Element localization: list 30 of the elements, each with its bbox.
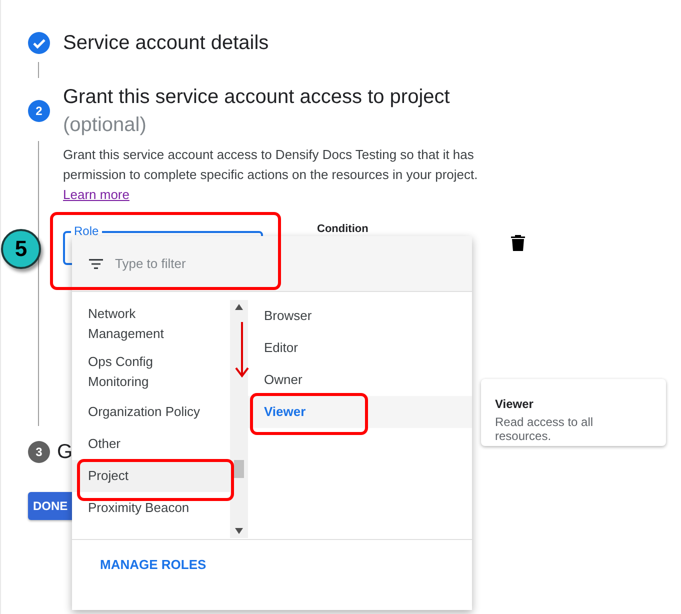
step-number: 2 bbox=[28, 100, 50, 122]
role-item[interactable]: Owner bbox=[248, 364, 472, 396]
category-item[interactable]: Ops Config Monitoring bbox=[72, 348, 214, 396]
step-number: 3 bbox=[28, 441, 50, 463]
manage-roles-button[interactable]: MANAGE ROLES bbox=[100, 557, 206, 572]
role-item[interactable]: Viewer bbox=[248, 396, 472, 428]
role-item[interactable]: Editor bbox=[248, 332, 472, 364]
filter-field[interactable]: Type to filter bbox=[113, 255, 317, 272]
role-item[interactable]: Browser bbox=[248, 300, 472, 332]
delete-icon[interactable] bbox=[511, 235, 526, 251]
category-item[interactable]: Other bbox=[72, 428, 230, 460]
category-item[interactable]: Organization Policy bbox=[72, 396, 230, 428]
filter-icon bbox=[89, 258, 103, 268]
condition-label: Condition bbox=[317, 223, 368, 235]
category-item[interactable]: Network Management bbox=[72, 300, 214, 348]
step-title: Service account details bbox=[63, 31, 269, 56]
category-item[interactable]: Project bbox=[72, 460, 230, 492]
annotation-arrow bbox=[235, 322, 249, 378]
tooltip-title: Viewer bbox=[495, 397, 534, 411]
step-title: G bbox=[57, 440, 73, 465]
learn-more-link[interactable]: Learn more bbox=[63, 187, 130, 202]
scroll-thumb[interactable] bbox=[234, 460, 244, 478]
scrollbar[interactable] bbox=[230, 300, 248, 538]
step-description: Grant this service account access to Densify Docs Testing so that it has permission to complete specific actions on the resources in your project. Learn more bbox=[63, 146, 479, 204]
scroll-down-icon[interactable] bbox=[235, 528, 243, 534]
step-title: Grant this service account access to project bbox=[63, 85, 450, 110]
step-badge: 5 bbox=[1, 229, 41, 269]
scroll-up-icon[interactable] bbox=[235, 304, 243, 310]
tooltip-description: Read access to all resources. bbox=[495, 415, 594, 443]
step-subtitle: (optional) bbox=[63, 113, 148, 138]
